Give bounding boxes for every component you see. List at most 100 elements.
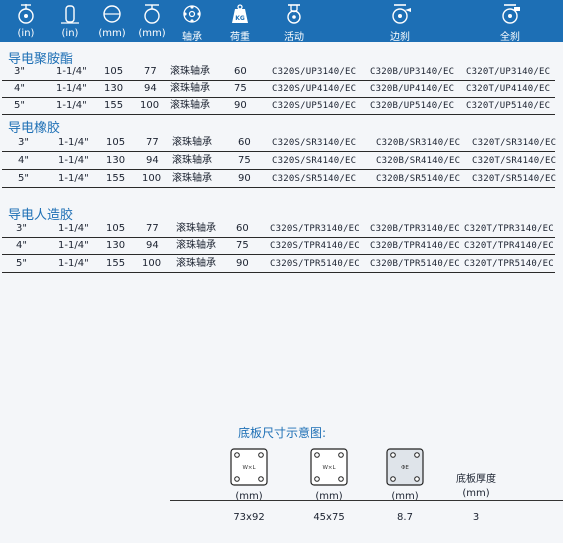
bolt-diameter-diagram: ΦE (mm) xyxy=(382,447,428,502)
table-row: 5" 1-1/4" 155 100 滚珠轴承 90 C320S/TPR5140/… xyxy=(0,256,563,273)
header-col-height: (mm) xyxy=(132,0,172,42)
bearing-cell: 滚珠轴承 xyxy=(172,155,212,166)
header-label: (in) xyxy=(61,28,79,39)
diameter-cell: 155 xyxy=(106,173,126,184)
table-row: 3" 1-1/4" 105 77 滚珠轴承 60 C320S/SR3140/EC… xyxy=(0,135,563,152)
load-cell: 60 xyxy=(234,66,247,77)
diameter-cell: 155 xyxy=(106,258,126,269)
width-cell: 1-1/4" xyxy=(56,83,87,94)
plate-thickness-value: 3 xyxy=(472,512,480,523)
header-col-total-brake: 全刹 xyxy=(490,0,530,43)
size-cell: 3" xyxy=(16,223,27,234)
table-row: 4" 1-1/4" 130 94 滚珠轴承 75 C320S/SR4140/EC… xyxy=(0,153,563,170)
total-brake-caster-icon xyxy=(502,4,520,24)
diameter-cell: 105 xyxy=(106,223,126,234)
plate-divider xyxy=(170,500,563,501)
total-brake-model-cell: C320T/SR5140/EC xyxy=(472,174,557,184)
diameter-cell: 130 xyxy=(104,83,124,94)
side-brake-model-cell: C320B/UP4140/EC xyxy=(370,84,455,94)
size-cell: 3" xyxy=(14,66,25,77)
bearing-cell: 滚珠轴承 xyxy=(176,223,216,234)
bearing-cell: 滚珠轴承 xyxy=(170,83,210,94)
swivel-model-cell: C320S/TPR4140/EC xyxy=(270,241,360,251)
load-cell: 90 xyxy=(236,258,249,269)
diameter-cell: 130 xyxy=(106,240,126,251)
header-label: (in) xyxy=(17,28,35,39)
swivel-model-cell: C320S/UP4140/EC xyxy=(272,84,357,94)
swivel-model-cell: C320S/TPR5140/EC xyxy=(270,259,360,269)
bearing-cell: 滚珠轴承 xyxy=(172,173,212,184)
width-cell: 1-1/4" xyxy=(58,240,89,251)
bearing-cell: 滚珠轴承 xyxy=(170,100,210,111)
total-brake-model-cell: C320T/SR3140/EC xyxy=(472,138,557,148)
load-cell: 60 xyxy=(238,137,251,148)
height-cell: 100 xyxy=(140,100,160,111)
height-cell: 77 xyxy=(144,66,157,77)
swivel-caster-icon xyxy=(287,4,301,24)
load-cell: 75 xyxy=(234,83,247,94)
bolt-spacing-value: 45x75 xyxy=(313,512,345,523)
header-col-size: (in) xyxy=(8,0,44,42)
plate-thickness-column: 底板厚度 (mm) xyxy=(446,470,506,499)
width-cell: 1-1/4" xyxy=(58,155,89,166)
width-cell: 1-1/4" xyxy=(58,223,89,234)
side-brake-model-cell: C320B/TPR3140/EC xyxy=(370,224,460,234)
total-brake-model-cell: C320T/UP3140/EC xyxy=(466,67,551,77)
kg-badge: KG xyxy=(235,15,245,22)
bearing-cell: 滚珠轴承 xyxy=(176,258,216,269)
bearing-cell: 滚珠轴承 xyxy=(176,240,216,251)
header-label: (mm) xyxy=(98,28,126,39)
header-col-width: (in) xyxy=(52,0,88,42)
table-row: 5" 1-1/4" 155 100 滚珠轴承 90 C320S/SR5140/E… xyxy=(0,171,563,188)
bearing-cell: 滚珠轴承 xyxy=(170,66,210,77)
side-brake-model-cell: C320B/UP3140/EC xyxy=(370,67,455,77)
plate-size-diagram: W×L (mm) xyxy=(226,447,272,502)
header-col-swivel: 活动 xyxy=(276,0,312,43)
bolt-hole-spacing-icon: W×L xyxy=(310,448,348,486)
total-brake-model-cell: C320T/UP4140/EC xyxy=(466,84,551,94)
caster-height-icon xyxy=(18,4,34,24)
load-weight-icon: KG xyxy=(232,4,248,23)
side-brake-model-cell: C320B/TPR4140/EC xyxy=(370,241,460,251)
diameter-cell: 105 xyxy=(106,137,126,148)
header-col-side-brake: 边刹 xyxy=(380,0,420,43)
height-cell: 94 xyxy=(146,155,159,166)
side-brake-model-cell: C320B/UP5140/EC xyxy=(370,101,455,111)
table-row: 3" 1-1/4" 105 77 滚珠轴承 60 C320S/UP3140/EC… xyxy=(0,64,563,81)
mounting-height-icon xyxy=(144,4,160,24)
header-col-bearing: 轴承 xyxy=(174,0,210,43)
column-header-bar: (in) (in) (mm) (mm) 轴承 KG 荷重 活动 边刹 全刹 xyxy=(0,0,563,43)
header-label: 荷重 xyxy=(230,32,250,43)
load-cell: 60 xyxy=(236,223,249,234)
height-cell: 94 xyxy=(146,240,159,251)
width-cell: 1-1/4" xyxy=(58,173,89,184)
height-cell: 100 xyxy=(142,258,162,269)
total-brake-model-cell: C320T/UP5140/EC xyxy=(466,101,551,111)
size-cell: 3" xyxy=(18,137,29,148)
wheel-width-icon xyxy=(61,5,79,24)
unit-label: (mm) xyxy=(462,488,490,499)
size-cell: 4" xyxy=(18,155,29,166)
table-row: 4" 1-1/4" 130 94 滚珠轴承 75 C320S/TPR4140/E… xyxy=(0,238,563,255)
header-col-load: KG 荷重 xyxy=(222,0,258,43)
total-brake-model-cell: C320T/TPR4140/EC xyxy=(464,241,554,251)
header-col-diameter: (mm) xyxy=(92,0,132,42)
bolt-hole-diameter-icon: ΦE xyxy=(386,448,424,486)
load-cell: 90 xyxy=(238,173,251,184)
header-label: (mm) xyxy=(138,28,166,39)
swivel-model-cell: C320S/SR4140/EC xyxy=(272,156,357,166)
total-brake-model-cell: C320T/TPR5140/EC xyxy=(464,259,554,269)
plate-mark: W×L xyxy=(322,465,336,471)
height-cell: 77 xyxy=(146,137,159,148)
width-cell: 1-1/4" xyxy=(56,66,87,77)
section-title: 导电橡胶 xyxy=(8,121,61,136)
bolt-spacing-diagram: W×L (mm) xyxy=(306,447,352,502)
diameter-cell: 155 xyxy=(104,100,124,111)
side-brake-model-cell: C320B/SR3140/EC xyxy=(376,138,461,148)
size-cell: 4" xyxy=(14,83,25,94)
swivel-model-cell: C320S/TPR3140/EC xyxy=(270,224,360,234)
plate-diagram-title: 底板尺寸示意图: xyxy=(238,426,327,440)
side-brake-caster-icon xyxy=(392,4,411,24)
plate-thickness-label: 底板厚度 xyxy=(456,474,496,485)
bolt-diameter-value: 8.7 xyxy=(397,512,413,523)
